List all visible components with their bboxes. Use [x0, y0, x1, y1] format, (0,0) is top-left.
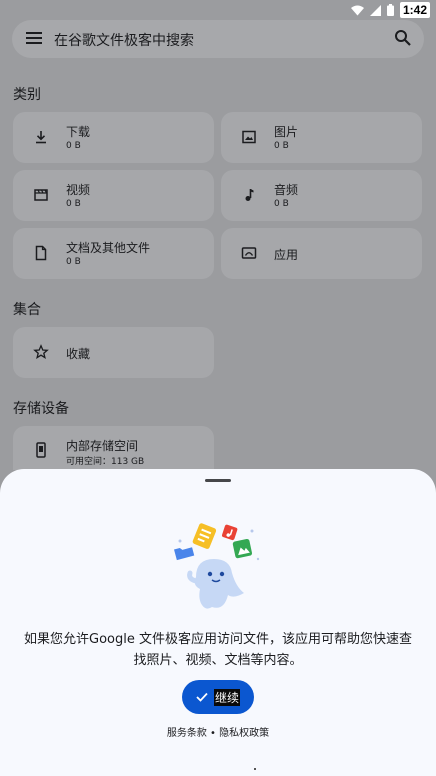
category-title: 视频: [66, 183, 91, 197]
category-title: 应用: [274, 248, 299, 262]
terms-link[interactable]: 服务条款: [167, 724, 207, 739]
phone-icon: [36, 442, 46, 458]
category-size: 0 B: [66, 199, 81, 209]
category-card-documents[interactable]: 文档及其他文件 0 B: [13, 228, 214, 279]
category-size: 0 B: [274, 199, 289, 209]
collection-card-favorites[interactable]: 收藏: [13, 327, 214, 378]
collection-title: 收藏: [66, 347, 91, 361]
status-icons: 1:42: [350, 2, 430, 18]
category-card-apps[interactable]: 应用: [221, 228, 422, 279]
wifi-icon: [350, 5, 364, 15]
category-card-images[interactable]: 图片 0 B: [221, 112, 422, 163]
clock: 1:42: [399, 2, 430, 18]
video-icon: [34, 189, 48, 201]
category-title: 音频: [274, 183, 299, 197]
category-card-downloads[interactable]: 下载 0 B: [13, 112, 214, 163]
search-input[interactable]: 在谷歌文件极客中搜索: [54, 30, 194, 50]
audio-icon: [245, 189, 254, 201]
privacy-link[interactable]: 隐私权政策: [219, 724, 269, 739]
continue-label: 继续: [213, 688, 240, 706]
status-bar: 1:42: [0, 0, 436, 20]
nav-indicator: [254, 768, 256, 770]
permission-bottom-sheet: 如果您允许Google 文件极客应用访问文件，该应用可帮助您快速查找照片、视频、…: [0, 469, 436, 776]
legal-links: 服务条款 • 隐私权政策: [0, 724, 436, 739]
section-title-storage: 存储设备: [13, 401, 69, 417]
category-card-videos[interactable]: 视频 0 B: [13, 170, 214, 221]
category-size: 0 B: [66, 257, 81, 267]
drag-handle[interactable]: [205, 479, 231, 482]
signal-icon: [369, 4, 381, 16]
download-icon: [36, 131, 46, 144]
search-icon[interactable]: [394, 29, 412, 47]
section-title-collections: 集合: [13, 302, 41, 318]
apps-icon: [241, 247, 257, 259]
category-size: 0 B: [274, 141, 289, 151]
storage-card-internal[interactable]: 内部存储空间 可用空间：113 GB: [13, 426, 214, 470]
permission-message: 如果您允许Google 文件极客应用访问文件，该应用可帮助您快速查找照片、视频、…: [24, 632, 412, 668]
link-separator: •: [210, 728, 216, 739]
storage-title: 内部存储空间: [66, 439, 139, 453]
storage-available: 可用空间：113 GB: [66, 457, 145, 467]
files-mascot-illustration: [174, 523, 260, 609]
image-icon: [242, 130, 256, 144]
category-card-audio[interactable]: 音频 0 B: [221, 170, 422, 221]
category-size: 0 B: [66, 141, 81, 151]
menu-icon[interactable]: [26, 31, 42, 45]
continue-button[interactable]: 继续: [182, 680, 254, 714]
star-icon: [33, 344, 49, 359]
category-title: 下载: [66, 125, 91, 139]
document-icon: [35, 245, 47, 261]
check-icon: [196, 692, 208, 702]
category-title: 图片: [274, 125, 299, 139]
section-title-categories: 类别: [13, 87, 41, 103]
battery-icon: [386, 4, 394, 16]
category-title: 文档及其他文件: [66, 241, 151, 255]
search-bar[interactable]: 在谷歌文件极客中搜索: [12, 20, 424, 58]
